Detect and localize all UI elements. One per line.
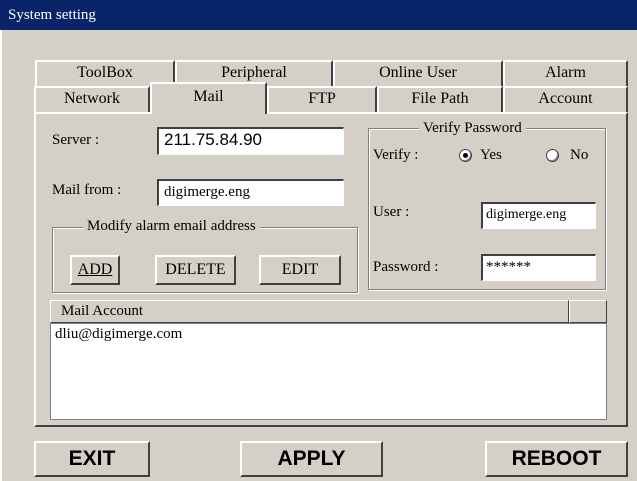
radio-selected-dot: [463, 153, 468, 158]
modify-email-group-title: Modify alarm email address: [83, 217, 260, 235]
mail-from-label: Mail from :: [52, 182, 122, 198]
verify-no-label: No: [570, 147, 589, 163]
mail-account-list: dliu@digimerge.com: [50, 323, 607, 420]
verify-label: Verify :: [373, 147, 419, 163]
mail-from-input[interactable]: digimerge.eng: [157, 179, 344, 206]
server-label: Server :: [52, 132, 100, 148]
verify-no-radio[interactable]: [546, 149, 559, 162]
mail-account-header-filler: [569, 300, 607, 323]
user-input[interactable]: digimerge.eng: [481, 202, 596, 229]
tab-file-path[interactable]: File Path: [377, 86, 503, 112]
tab-account[interactable]: Account: [503, 86, 628, 112]
exit-button[interactable]: EXIT: [34, 441, 150, 477]
tab-mail[interactable]: Mail: [150, 82, 267, 114]
tab-alarm[interactable]: Alarm: [503, 60, 628, 86]
tab-network[interactable]: Network: [34, 86, 150, 112]
server-input[interactable]: 211.75.84.90: [157, 127, 344, 155]
list-item[interactable]: dliu@digimerge.com: [51, 324, 606, 344]
mail-account-header[interactable]: Mail Account: [50, 300, 569, 323]
verify-yes-radio[interactable]: [459, 149, 472, 162]
reboot-button[interactable]: REBOOT: [485, 441, 628, 477]
verify-password-group-title: Verify Password: [419, 119, 526, 137]
add-button[interactable]: ADD: [70, 255, 120, 285]
delete-button[interactable]: DELETE: [155, 255, 236, 285]
apply-button[interactable]: APPLY: [240, 441, 383, 477]
window-title: System setting: [0, 0, 637, 30]
edit-button[interactable]: EDIT: [259, 255, 341, 285]
password-input[interactable]: ******: [481, 254, 596, 281]
verify-yes-label: Yes: [480, 147, 502, 163]
tab-ftp[interactable]: FTP: [267, 86, 377, 112]
tab-online-user[interactable]: Online User: [333, 60, 503, 86]
password-label: Password :: [373, 259, 439, 275]
user-label: User :: [373, 204, 410, 220]
